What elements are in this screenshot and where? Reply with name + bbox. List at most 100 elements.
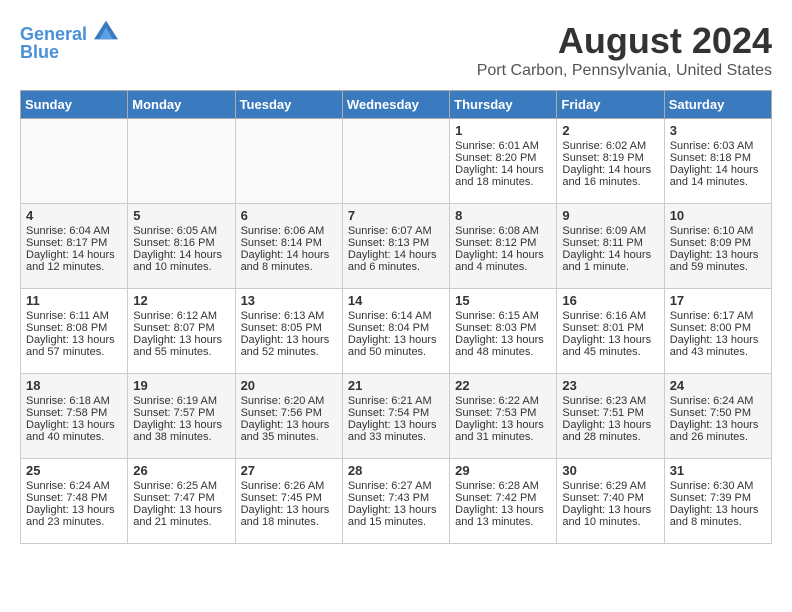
day-info: Sunrise: 6:10 AM	[670, 225, 766, 237]
day-info: Daylight: 13 hours and 35 minutes.	[241, 419, 337, 443]
logo: General Blue	[20, 20, 120, 63]
day-info: Daylight: 13 hours and 10 minutes.	[562, 504, 658, 528]
weekday-header-sunday: Sunday	[21, 91, 128, 119]
calendar-week-4: 18Sunrise: 6:18 AMSunset: 7:58 PMDayligh…	[21, 374, 772, 459]
day-info: Daylight: 13 hours and 18 minutes.	[241, 504, 337, 528]
day-info: Sunset: 8:14 PM	[241, 237, 337, 249]
calendar-cell: 20Sunrise: 6:20 AMSunset: 7:56 PMDayligh…	[235, 374, 342, 459]
day-info: Sunrise: 6:15 AM	[455, 310, 551, 322]
day-info: Sunrise: 6:08 AM	[455, 225, 551, 237]
day-number: 15	[455, 293, 551, 308]
location-subtitle: Port Carbon, Pennsylvania, United States	[477, 62, 772, 80]
day-info: Sunset: 8:16 PM	[133, 237, 229, 249]
day-info: Sunrise: 6:17 AM	[670, 310, 766, 322]
day-info: Sunset: 7:54 PM	[348, 407, 444, 419]
day-number: 21	[348, 378, 444, 393]
day-info: Daylight: 13 hours and 26 minutes.	[670, 419, 766, 443]
day-info: Daylight: 14 hours and 18 minutes.	[455, 164, 551, 188]
day-info: Daylight: 13 hours and 48 minutes.	[455, 334, 551, 358]
calendar-body: 1Sunrise: 6:01 AMSunset: 8:20 PMDaylight…	[21, 119, 772, 544]
day-info: Sunset: 8:13 PM	[348, 237, 444, 249]
calendar-cell: 14Sunrise: 6:14 AMSunset: 8:04 PMDayligh…	[342, 289, 449, 374]
day-info: Sunset: 7:47 PM	[133, 492, 229, 504]
day-number: 27	[241, 463, 337, 478]
day-number: 5	[133, 208, 229, 223]
calendar-cell: 3Sunrise: 6:03 AMSunset: 8:18 PMDaylight…	[664, 119, 771, 204]
calendar-week-5: 25Sunrise: 6:24 AMSunset: 7:48 PMDayligh…	[21, 459, 772, 544]
calendar-cell: 8Sunrise: 6:08 AMSunset: 8:12 PMDaylight…	[450, 204, 557, 289]
day-number: 2	[562, 123, 658, 138]
calendar-cell: 25Sunrise: 6:24 AMSunset: 7:48 PMDayligh…	[21, 459, 128, 544]
day-info: Daylight: 13 hours and 43 minutes.	[670, 334, 766, 358]
day-number: 1	[455, 123, 551, 138]
calendar-cell: 18Sunrise: 6:18 AMSunset: 7:58 PMDayligh…	[21, 374, 128, 459]
weekday-header-thursday: Thursday	[450, 91, 557, 119]
calendar-cell: 21 Sunrise: 6:21 AMSunset: 7:54 PMDayligh…	[342, 374, 449, 459]
day-info: Sunrise: 6:12 AM	[133, 310, 229, 322]
weekday-header-friday: Friday	[557, 91, 664, 119]
day-info: Sunrise: 6:21 AM	[348, 395, 444, 407]
day-info: Sunrise: 6:19 AM	[133, 395, 229, 407]
day-info: Sunrise: 6:03 AM	[670, 140, 766, 152]
day-info: Sunset: 8:20 PM	[455, 152, 551, 164]
day-info: Daylight: 14 hours and 12 minutes.	[26, 249, 122, 273]
day-number: 20	[241, 378, 337, 393]
day-info: Sunrise: 6:20 AM	[241, 395, 337, 407]
day-number: 14	[348, 293, 444, 308]
calendar-cell: 27Sunrise: 6:26 AMSunset: 7:45 PMDayligh…	[235, 459, 342, 544]
day-info: Sunset: 8:07 PM	[133, 322, 229, 334]
day-number: 17	[670, 293, 766, 308]
calendar-cell: 13Sunrise: 6:13 AMSunset: 8:05 PMDayligh…	[235, 289, 342, 374]
day-info: Sunset: 8:17 PM	[26, 237, 122, 249]
calendar-cell	[235, 119, 342, 204]
calendar-cell: 6Sunrise: 6:06 AMSunset: 8:14 PMDaylight…	[235, 204, 342, 289]
day-info: Daylight: 13 hours and 21 minutes.	[133, 504, 229, 528]
day-info: Daylight: 14 hours and 4 minutes.	[455, 249, 551, 273]
day-info: Daylight: 13 hours and 59 minutes.	[670, 249, 766, 273]
calendar-cell: 9Sunrise: 6:09 AMSunset: 8:11 PMDaylight…	[557, 204, 664, 289]
weekday-header-saturday: Saturday	[664, 91, 771, 119]
day-number: 23	[562, 378, 658, 393]
day-info: Daylight: 13 hours and 52 minutes.	[241, 334, 337, 358]
day-info: Sunrise: 6:24 AM	[670, 395, 766, 407]
day-info: Daylight: 14 hours and 1 minute.	[562, 249, 658, 273]
day-info: Sunrise: 6:07 AM	[348, 225, 444, 237]
logo-icon	[94, 20, 118, 40]
day-info: Sunset: 7:53 PM	[455, 407, 551, 419]
day-info: Daylight: 13 hours and 33 minutes.	[348, 419, 444, 443]
day-info: Sunset: 7:39 PM	[670, 492, 766, 504]
day-info: Sunrise: 6:27 AM	[348, 480, 444, 492]
day-number: 25	[26, 463, 122, 478]
calendar-cell: 29Sunrise: 6:28 AMSunset: 7:42 PMDayligh…	[450, 459, 557, 544]
day-number: 28	[348, 463, 444, 478]
day-number: 10	[670, 208, 766, 223]
day-info: Daylight: 13 hours and 40 minutes.	[26, 419, 122, 443]
day-number: 29	[455, 463, 551, 478]
day-info: Sunrise: 6:22 AM	[455, 395, 551, 407]
day-info: Sunrise: 6:23 AM	[562, 395, 658, 407]
calendar-cell: 15Sunrise: 6:15 AMSunset: 8:03 PMDayligh…	[450, 289, 557, 374]
calendar-cell: 23Sunrise: 6:23 AMSunset: 7:51 PMDayligh…	[557, 374, 664, 459]
calendar-cell: 5Sunrise: 6:05 AMSunset: 8:16 PMDaylight…	[128, 204, 235, 289]
day-number: 7	[348, 208, 444, 223]
day-info: Sunrise: 6:14 AM	[348, 310, 444, 322]
calendar-cell: 16Sunrise: 6:16 AMSunset: 8:01 PMDayligh…	[557, 289, 664, 374]
calendar-cell: 4Sunrise: 6:04 AMSunset: 8:17 PMDaylight…	[21, 204, 128, 289]
day-info: Sunrise: 6:25 AM	[133, 480, 229, 492]
calendar-cell: 30Sunrise: 6:29 AMSunset: 7:40 PMDayligh…	[557, 459, 664, 544]
day-info: Daylight: 13 hours and 13 minutes.	[455, 504, 551, 528]
calendar-cell: 12Sunrise: 6:12 AMSunset: 8:07 PMDayligh…	[128, 289, 235, 374]
weekday-header-wednesday: Wednesday	[342, 91, 449, 119]
day-info: Daylight: 13 hours and 23 minutes.	[26, 504, 122, 528]
day-info: Daylight: 13 hours and 50 minutes.	[348, 334, 444, 358]
day-info: Sunrise: 6:05 AM	[133, 225, 229, 237]
calendar-week-2: 4Sunrise: 6:04 AMSunset: 8:17 PMDaylight…	[21, 204, 772, 289]
calendar-cell	[128, 119, 235, 204]
calendar-cell: 7Sunrise: 6:07 AMSunset: 8:13 PMDaylight…	[342, 204, 449, 289]
day-number: 26	[133, 463, 229, 478]
day-number: 30	[562, 463, 658, 478]
day-number: 16	[562, 293, 658, 308]
day-info: Sunrise: 6:24 AM	[26, 480, 122, 492]
day-info: Daylight: 13 hours and 57 minutes.	[26, 334, 122, 358]
calendar-cell: 11Sunrise: 6:11 AMSunset: 8:08 PMDayligh…	[21, 289, 128, 374]
